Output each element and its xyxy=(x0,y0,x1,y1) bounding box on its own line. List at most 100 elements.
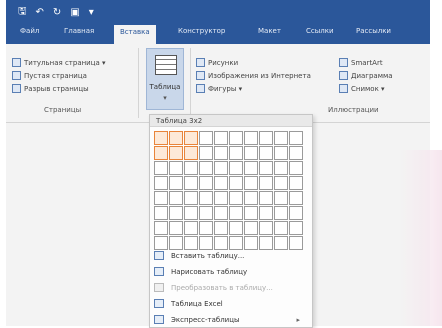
table-grid-cell[interactable] xyxy=(169,176,183,190)
table-grid-cell[interactable] xyxy=(229,146,243,160)
quick-tables-menu-item[interactable]: Экспресс-таблицы ▸ xyxy=(154,315,308,324)
table-grid-cell[interactable] xyxy=(214,221,228,235)
table-grid-cell[interactable] xyxy=(214,146,228,160)
table-grid-cell[interactable] xyxy=(169,191,183,205)
table-grid-cell[interactable] xyxy=(199,191,213,205)
table-grid-cell[interactable] xyxy=(184,221,198,235)
redo-icon[interactable]: ↻ xyxy=(53,7,61,18)
cover-page-button[interactable]: Титульная страница ▾ xyxy=(12,58,106,67)
table-grid-cell[interactable] xyxy=(184,236,198,250)
table-button[interactable]: Таблица ▾ xyxy=(146,48,184,110)
table-grid-cell[interactable] xyxy=(289,161,303,175)
table-grid-cell[interactable] xyxy=(169,146,183,160)
table-grid-cell[interactable] xyxy=(274,161,288,175)
table-grid-cell[interactable] xyxy=(199,236,213,250)
table-grid-cell[interactable] xyxy=(289,206,303,220)
table-grid-cell[interactable] xyxy=(274,206,288,220)
table-grid-cell[interactable] xyxy=(244,206,258,220)
table-size-grid[interactable] xyxy=(154,131,303,250)
table-grid-cell[interactable] xyxy=(274,236,288,250)
table-grid-cell[interactable] xyxy=(199,176,213,190)
table-grid-cell[interactable] xyxy=(154,236,168,250)
table-grid-cell[interactable] xyxy=(169,221,183,235)
tab-layout[interactable]: Макет xyxy=(258,27,281,35)
tab-references[interactable]: Ссылки xyxy=(306,27,334,35)
table-grid-cell[interactable] xyxy=(244,131,258,145)
chart-button[interactable]: Диаграмма xyxy=(339,71,393,80)
page-break-button[interactable]: Разрыв страницы xyxy=(12,84,89,93)
table-grid-cell[interactable] xyxy=(259,221,273,235)
save-icon[interactable]: 🖫 xyxy=(18,4,27,21)
table-grid-cell[interactable] xyxy=(169,236,183,250)
table-grid-cell[interactable] xyxy=(199,221,213,235)
table-grid-cell[interactable] xyxy=(184,146,198,160)
table-grid-cell[interactable] xyxy=(199,161,213,175)
pictures-button[interactable]: Рисунки xyxy=(196,58,238,67)
table-grid-cell[interactable] xyxy=(184,131,198,145)
tab-design[interactable]: Конструктор xyxy=(178,27,225,35)
table-grid-cell[interactable] xyxy=(274,131,288,145)
view-icon[interactable]: ▣ xyxy=(70,7,79,18)
table-grid-cell[interactable] xyxy=(244,191,258,205)
table-grid-cell[interactable] xyxy=(214,161,228,175)
table-grid-cell[interactable] xyxy=(289,236,303,250)
customize-dropdown-icon[interactable]: ▾ xyxy=(89,7,94,18)
tab-insert[interactable]: Вставка xyxy=(114,25,156,44)
table-grid-cell[interactable] xyxy=(169,161,183,175)
table-grid-cell[interactable] xyxy=(199,146,213,160)
table-grid-cell[interactable] xyxy=(259,146,273,160)
table-grid-cell[interactable] xyxy=(259,236,273,250)
table-grid-cell[interactable] xyxy=(199,131,213,145)
table-grid-cell[interactable] xyxy=(244,161,258,175)
table-grid-cell[interactable] xyxy=(259,191,273,205)
table-grid-cell[interactable] xyxy=(154,191,168,205)
table-grid-cell[interactable] xyxy=(289,191,303,205)
table-grid-cell[interactable] xyxy=(229,236,243,250)
table-grid-cell[interactable] xyxy=(184,176,198,190)
table-grid-cell[interactable] xyxy=(244,176,258,190)
table-grid-cell[interactable] xyxy=(154,131,168,145)
table-grid-cell[interactable] xyxy=(169,131,183,145)
table-grid-cell[interactable] xyxy=(229,221,243,235)
table-grid-cell[interactable] xyxy=(274,176,288,190)
insert-table-menu-item[interactable]: Вставить таблицу... xyxy=(154,251,244,260)
excel-table-menu-item[interactable]: Таблица Excel xyxy=(154,299,223,308)
table-grid-cell[interactable] xyxy=(274,146,288,160)
table-grid-cell[interactable] xyxy=(244,146,258,160)
table-grid-cell[interactable] xyxy=(244,221,258,235)
table-grid-cell[interactable] xyxy=(229,191,243,205)
table-grid-cell[interactable] xyxy=(229,176,243,190)
table-grid-cell[interactable] xyxy=(169,206,183,220)
tab-mailings[interactable]: Рассылки xyxy=(356,27,391,35)
table-grid-cell[interactable] xyxy=(289,221,303,235)
table-grid-cell[interactable] xyxy=(259,176,273,190)
table-grid-cell[interactable] xyxy=(214,236,228,250)
table-grid-cell[interactable] xyxy=(259,131,273,145)
table-grid-cell[interactable] xyxy=(259,206,273,220)
table-grid-cell[interactable] xyxy=(259,161,273,175)
table-grid-cell[interactable] xyxy=(244,236,258,250)
smartart-button[interactable]: SmartArt xyxy=(339,58,383,67)
table-grid-cell[interactable] xyxy=(154,221,168,235)
table-grid-cell[interactable] xyxy=(154,206,168,220)
table-grid-cell[interactable] xyxy=(154,146,168,160)
table-grid-cell[interactable] xyxy=(214,206,228,220)
table-grid-cell[interactable] xyxy=(154,176,168,190)
table-grid-cell[interactable] xyxy=(184,191,198,205)
table-grid-cell[interactable] xyxy=(229,131,243,145)
blank-page-button[interactable]: Пустая страница xyxy=(12,71,87,80)
table-grid-cell[interactable] xyxy=(289,176,303,190)
undo-icon[interactable]: ↶ xyxy=(36,7,44,18)
online-pictures-button[interactable]: Изображения из Интернета xyxy=(196,71,311,80)
table-grid-cell[interactable] xyxy=(289,131,303,145)
tab-file[interactable]: Файл xyxy=(20,27,39,35)
table-grid-cell[interactable] xyxy=(274,221,288,235)
tab-home[interactable]: Главная xyxy=(64,27,94,35)
screenshot-button[interactable]: Снимок ▾ xyxy=(339,84,385,93)
shapes-button[interactable]: Фигуры ▾ xyxy=(196,84,242,93)
table-grid-cell[interactable] xyxy=(214,191,228,205)
table-grid-cell[interactable] xyxy=(229,206,243,220)
table-grid-cell[interactable] xyxy=(154,161,168,175)
table-grid-cell[interactable] xyxy=(199,206,213,220)
table-grid-cell[interactable] xyxy=(214,176,228,190)
